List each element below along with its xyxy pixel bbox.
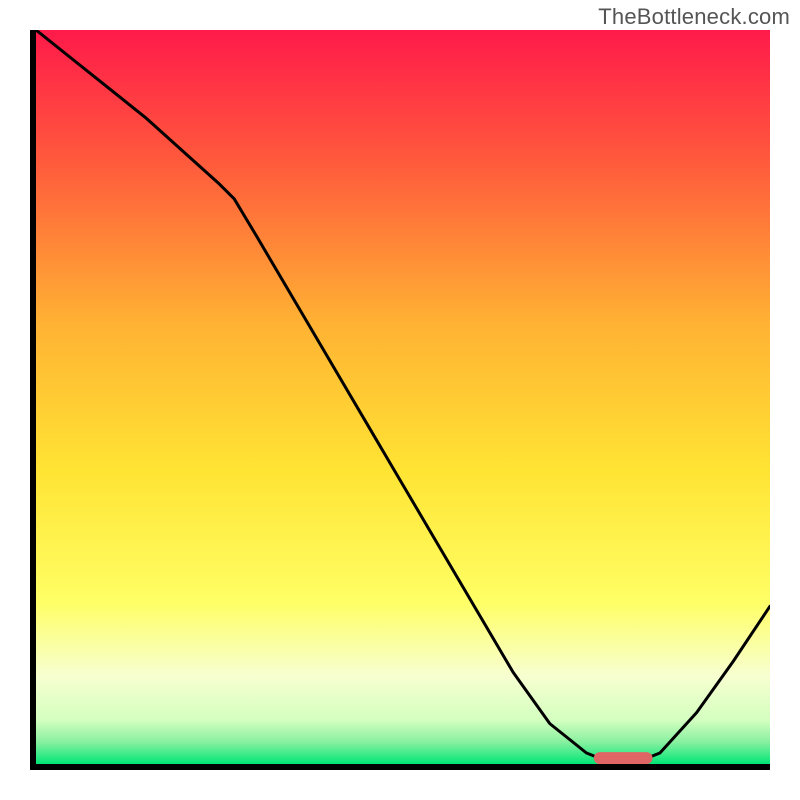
chart-svg	[36, 30, 770, 764]
chart-container: TheBottleneck.com	[0, 0, 800, 800]
plot-inner	[36, 30, 770, 764]
optimal-range-marker	[594, 752, 653, 764]
plot-frame	[30, 30, 770, 770]
gradient-background	[36, 30, 770, 764]
watermark-text: TheBottleneck.com	[598, 4, 790, 30]
